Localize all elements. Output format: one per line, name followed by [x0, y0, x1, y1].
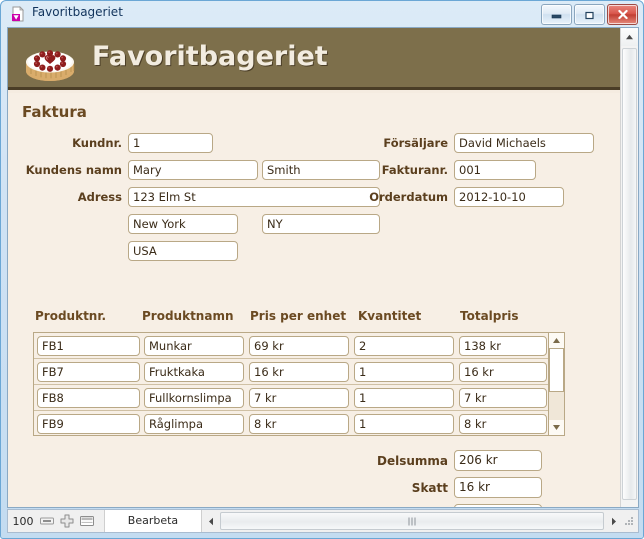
scrollbar-grip-icon — [408, 517, 416, 525]
field-fornamn[interactable]: Mary — [128, 160, 258, 180]
form-client-area: Favoritbageriet Faktura Kundnr. Kundens … — [7, 27, 639, 508]
cell-kvantitet[interactable]: 1 — [354, 414, 454, 434]
cell-kvantitet[interactable]: 2 — [354, 336, 454, 356]
resize-gripper-icon[interactable] — [622, 513, 638, 529]
access-form-icon — [10, 6, 26, 22]
split-form-view-icon[interactable] — [78, 513, 96, 530]
cell-pris[interactable]: 8 kr — [249, 414, 349, 434]
label-delsumma: Delsumma — [376, 454, 448, 468]
label-kundens-namn: Kundens namn — [25, 163, 122, 177]
cell-totalpris[interactable]: 7 kr — [459, 388, 547, 408]
cell-totalpris[interactable]: 138 kr — [459, 336, 547, 356]
application-window: Favoritbageriet Favoritbageriet Faktura … — [0, 0, 644, 539]
cell-produktnamn[interactable]: Munkar — [144, 336, 244, 356]
label-skatt: Skatt — [411, 481, 448, 495]
column-header-produktnamn: Produktnamn — [142, 309, 234, 323]
cell-produktnr[interactable]: FB8 — [37, 388, 140, 408]
cell-pris[interactable]: 7 kr — [249, 388, 349, 408]
cell-pris[interactable]: 69 kr — [249, 336, 349, 356]
zoom-level: 100 — [12, 514, 34, 528]
cell-totalpris[interactable]: 16 kr — [459, 362, 547, 382]
horizontal-scrollbar[interactable] — [202, 510, 638, 532]
table-row[interactable]: FB7 Fruktkaka 16 kr 1 16 kr — [34, 359, 549, 385]
status-text: Bearbeta — [104, 510, 202, 532]
label-fakturanr: Fakturanr. — [381, 163, 448, 177]
cell-produktnamn[interactable]: Fullkornslimpa — [144, 388, 244, 408]
table-row[interactable]: FB9 Råglimpa 8 kr 1 8 kr — [34, 411, 549, 437]
cell-produktnr[interactable]: FB1 — [37, 336, 140, 356]
field-delsumma[interactable]: 206 kr — [454, 450, 542, 471]
field-forsaljare[interactable]: David Michaels — [454, 133, 594, 153]
scroll-up-arrow-icon[interactable] — [621, 28, 638, 46]
cherry-cake-icon — [22, 33, 78, 85]
table-row[interactable]: FB8 Fullkornslimpa 7 kr 1 7 kr — [34, 385, 549, 411]
title-bar[interactable]: Favoritbageriet — [1, 1, 643, 27]
cell-produktnr[interactable]: FB9 — [37, 414, 140, 434]
label-summa: Summa — [348, 505, 448, 507]
column-header-produktnr: Produktnr. — [35, 309, 107, 323]
close-button[interactable] — [607, 4, 638, 25]
scrollbar-thumb[interactable] — [549, 348, 564, 392]
cell-pris[interactable]: 16 kr — [249, 362, 349, 382]
field-fakturanr[interactable]: 001 — [454, 160, 536, 180]
window-title: Favoritbageriet — [32, 5, 123, 19]
subform-scrollbar[interactable] — [548, 333, 564, 435]
table-row[interactable]: FB1 Munkar 69 kr 2 138 kr — [34, 333, 549, 359]
cell-produktnr[interactable]: FB7 — [37, 362, 140, 382]
column-header-pris: Pris per enhet — [250, 309, 347, 323]
cell-kvantitet[interactable]: 1 — [354, 362, 454, 382]
minimize-button[interactable] — [541, 4, 572, 25]
label-forsaljare: Försäljare — [383, 136, 448, 150]
scroll-right-arrow-icon[interactable] — [605, 511, 622, 531]
form-body: Faktura Kundnr. Kundens namn Adress 1 Ma… — [8, 93, 620, 507]
field-summa[interactable]: 222 kr — [454, 504, 542, 507]
cell-produktnamn[interactable]: Råglimpa — [144, 414, 244, 434]
product-subform: FB1 Munkar 69 kr 2 138 kr FB7 Fruktkaka … — [33, 332, 565, 436]
scroll-left-arrow-icon[interactable] — [202, 511, 219, 531]
label-kundnr: Kundnr. — [72, 136, 122, 150]
form-header-band: Favoritbageriet — [8, 28, 620, 90]
scrollbar-thumb[interactable] — [622, 48, 637, 500]
label-orderdatum: Orderdatum — [369, 190, 448, 204]
restore-button[interactable] — [574, 4, 605, 25]
page-title: Faktura — [22, 103, 87, 121]
column-header-kvantitet: Kvantitet — [358, 309, 422, 323]
scrollbar-thumb[interactable] — [220, 512, 604, 530]
cell-totalpris[interactable]: 8 kr — [459, 414, 547, 434]
minus-view-icon[interactable] — [38, 513, 56, 530]
column-header-totalpris: Totalpris — [460, 309, 519, 323]
cell-kvantitet[interactable]: 1 — [354, 388, 454, 408]
plus-view-icon[interactable] — [58, 513, 76, 530]
scroll-down-arrow-icon[interactable] — [549, 420, 564, 435]
cell-produktnamn[interactable]: Fruktkaka — [144, 362, 244, 382]
field-ort[interactable]: New York — [128, 214, 238, 234]
window-controls — [541, 4, 638, 25]
field-skatt[interactable]: 16 kr — [454, 477, 542, 498]
field-kundnr[interactable]: 1 — [128, 133, 213, 153]
field-delstat[interactable]: NY — [262, 214, 380, 234]
form-vertical-scrollbar[interactable] — [620, 28, 638, 507]
scroll-up-arrow-icon[interactable] — [549, 333, 564, 348]
field-orderdatum[interactable]: 2012-10-10 — [454, 187, 564, 207]
field-land[interactable]: USA — [128, 241, 238, 261]
brand-title: Favoritbageriet — [92, 41, 328, 72]
label-adress: Adress — [77, 190, 122, 204]
status-bar: 100 Bearbeta — [7, 509, 639, 533]
